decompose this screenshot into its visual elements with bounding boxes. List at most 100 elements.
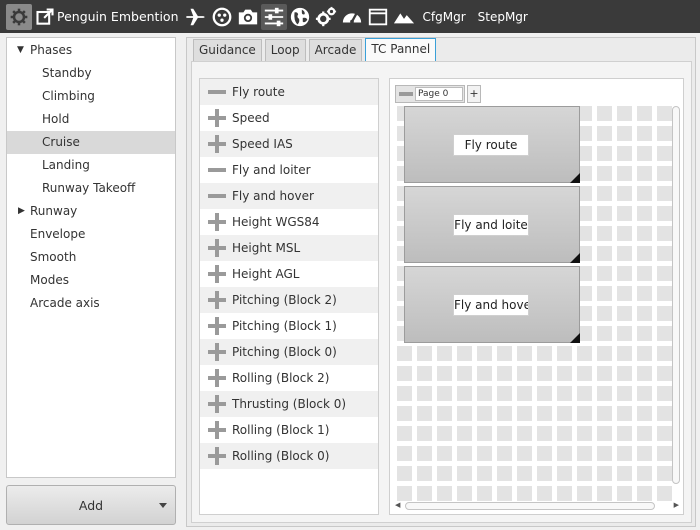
grid-cell [497,366,512,381]
tree-item-hold[interactable]: Hold [7,108,175,131]
add-page-button[interactable]: + [467,85,481,103]
command-label: Thrusting (Block 0) [232,397,347,411]
plus-icon [208,369,226,387]
page-tab[interactable] [395,85,465,103]
stepmgr-button[interactable]: StepMgr [472,10,534,24]
resize-handle-icon[interactable] [570,333,580,343]
grid-cell [637,426,652,441]
scroll-right-arrow-icon[interactable]: ▶ [674,501,679,509]
tree-item-runway-takeoff[interactable]: Runway Takeoff [7,177,175,200]
waypoint-circle-icon[interactable] [209,4,235,30]
widget-label[interactable]: Fly and loite [453,214,529,236]
command-item[interactable]: Fly and hover [200,183,378,209]
tab-loop[interactable]: Loop [264,39,306,61]
external-link-icon[interactable] [35,4,55,30]
command-item[interactable]: Thrusting (Block 0) [200,391,378,417]
plus-icon [208,135,226,153]
plus-icon [208,343,226,361]
tree-item-climbing[interactable]: Climbing [7,85,175,108]
grid-cell [577,446,592,461]
dropdown-caret-icon[interactable] [159,503,167,508]
tab-tc-pannel[interactable]: TC Pannel [365,38,437,61]
tree-item-arcade-axis[interactable]: Arcade axis [7,292,175,315]
command-item[interactable]: Speed IAS [200,131,378,157]
panel-widget[interactable]: Fly and loite [404,186,580,263]
collapsed-arrow-icon[interactable]: ▶ [18,200,25,223]
command-item[interactable]: Rolling (Block 2) [200,365,378,391]
tree-item-cruise[interactable]: Cruise [7,131,175,154]
command-item[interactable]: Pitching (Block 0) [200,339,378,365]
grid-cell [417,486,432,501]
tab-guidance[interactable]: Guidance [193,39,262,61]
grid-cell [517,486,532,501]
grid-cell [557,346,572,361]
grid-cell [617,466,632,481]
grid-cell [437,486,452,501]
tree-item-landing[interactable]: Landing [7,154,175,177]
cfgmgr-button[interactable]: CfgMgr [417,10,472,24]
minus-icon [208,187,226,205]
grid-cell [637,226,652,241]
page-name-input[interactable] [415,87,463,101]
gears-icon[interactable] [313,4,339,30]
command-item[interactable]: Rolling (Block 0) [200,443,378,469]
settings-gear-icon[interactable] [6,3,32,30]
grid-cell [597,146,612,161]
resize-handle-icon[interactable] [570,173,580,183]
grid-cell [617,206,632,221]
grid-cell [617,106,632,121]
command-item[interactable]: Height MSL [200,235,378,261]
grid-cell [557,446,572,461]
tree-item-standby[interactable]: Standby [7,62,175,85]
tree-item-smooth[interactable]: Smooth [7,246,175,269]
grid-cell [637,286,652,301]
vertical-scrollbar[interactable] [671,106,681,490]
panel-widget[interactable]: Fly route [404,106,580,183]
command-item[interactable]: Rolling (Block 1) [200,417,378,443]
resize-handle-icon[interactable] [570,253,580,263]
command-item[interactable]: Pitching (Block 2) [200,287,378,313]
window-icon[interactable] [365,4,391,30]
grid-cell [437,406,452,421]
grid-cell [637,126,652,141]
grid-cell [537,386,552,401]
vertical-scroll-thumb[interactable] [672,106,680,484]
panel-widget[interactable]: Fly and hove [404,266,580,343]
tab-arcade[interactable]: Arcade [308,39,363,61]
tree-item-modes[interactable]: Modes [7,269,175,292]
sliders-icon[interactable] [260,3,287,30]
scroll-left-arrow-icon[interactable]: ◀ [395,501,400,509]
app-title: Penguin Embention [57,9,179,24]
command-label: Fly and loiter [232,163,311,177]
command-item[interactable]: Fly route [200,79,378,105]
expanded-arrow-icon[interactable]: ▼ [17,39,24,62]
tree-item-envelope[interactable]: Envelope [7,223,175,246]
grid-cell [457,486,472,501]
mountains-icon[interactable] [391,4,417,30]
grid-cell [457,406,472,421]
grid-cell [657,226,672,241]
grid-cell [657,466,672,481]
airplane-icon[interactable] [183,4,209,30]
command-item[interactable]: Height WGS84 [200,209,378,235]
widget-label[interactable]: Fly route [453,134,529,156]
globe-icon[interactable] [287,4,313,30]
camera-icon[interactable] [235,4,261,30]
command-item[interactable]: Fly and loiter [200,157,378,183]
horizontal-scrollbar[interactable]: ◀ ▶ [395,501,679,511]
grid-cell [517,426,532,441]
grid-cell [417,466,432,481]
gauge-icon[interactable] [339,4,365,30]
command-item[interactable]: Pitching (Block 1) [200,313,378,339]
widget-label[interactable]: Fly and hove [453,294,529,316]
command-item[interactable]: Height AGL [200,261,378,287]
horizontal-scroll-thumb[interactable] [405,502,655,510]
command-item[interactable]: Speed [200,105,378,131]
tree-item-phases[interactable]: ▼ Phases [7,39,175,62]
panel-grid[interactable]: Fly route Fly and loite Fly and hove [397,106,672,501]
remove-page-icon[interactable] [399,92,413,96]
grid-cell [417,386,432,401]
tree-item-runway[interactable]: ▶ Runway [7,200,175,223]
grid-cell [657,146,672,161]
add-button[interactable]: Add [6,485,176,525]
